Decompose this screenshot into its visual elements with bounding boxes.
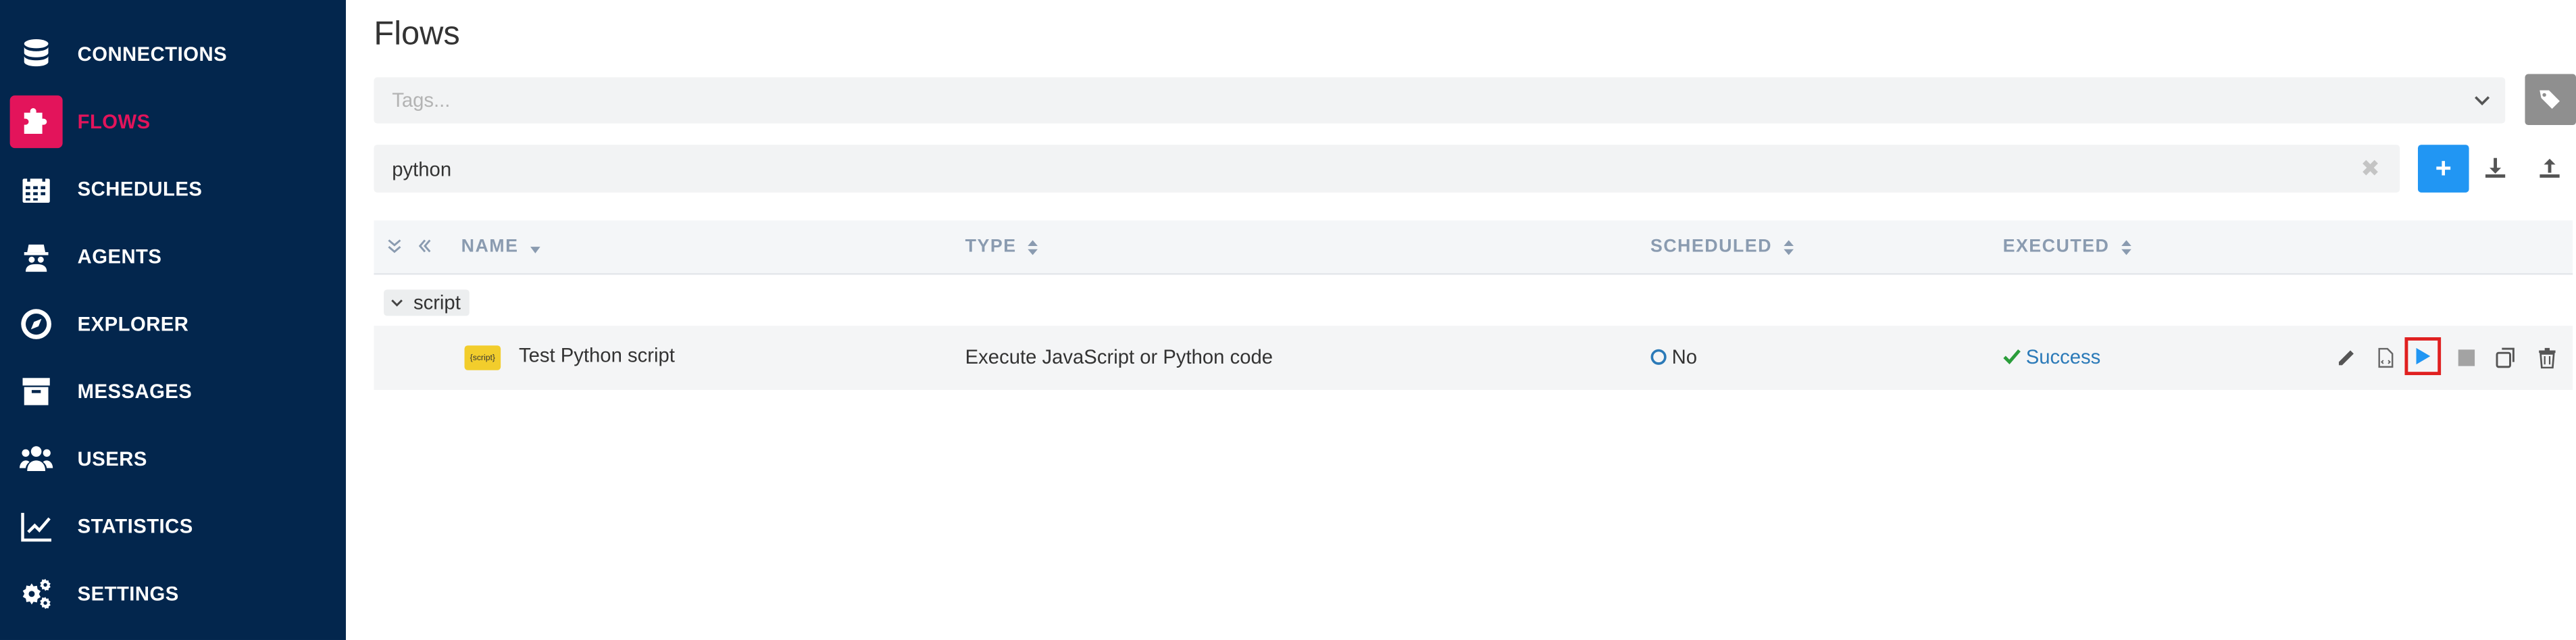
sidebar-item-users[interactable]: USERS bbox=[0, 424, 346, 492]
add-flow-button[interactable]: + bbox=[2417, 145, 2469, 193]
chevron-down-icon bbox=[2475, 96, 2490, 105]
sidebar-item-messages[interactable]: MESSAGES bbox=[0, 357, 346, 424]
sort-icon bbox=[1784, 239, 1794, 255]
sidebar-item-label: FLOWS bbox=[77, 109, 151, 132]
tags-select[interactable]: Tags... bbox=[374, 77, 2506, 124]
tags-placeholder: Tags... bbox=[392, 89, 451, 112]
sidebar-item-schedules[interactable]: SCHEDULES bbox=[0, 155, 346, 222]
sidebar-item-settings[interactable]: SETTINGS bbox=[0, 560, 346, 627]
upload-icon[interactable] bbox=[2538, 156, 2561, 179]
download-icon[interactable] bbox=[2484, 156, 2507, 179]
group-toggle[interactable]: script bbox=[384, 289, 470, 316]
flow-executed: Success bbox=[2003, 345, 2100, 368]
users-icon bbox=[10, 432, 63, 485]
expand-all-icon[interactable] bbox=[387, 239, 402, 253]
calendar-icon bbox=[10, 162, 63, 215]
chart-line-icon bbox=[10, 499, 63, 552]
agent-icon bbox=[10, 230, 63, 282]
sidebar-item-label: SETTINGS bbox=[77, 581, 179, 605]
sidebar-item-statistics[interactable]: STATISTICS bbox=[0, 492, 346, 560]
sidebar-item-flows[interactable]: FLOWS bbox=[0, 87, 346, 155]
column-header-scheduled[interactable]: SCHEDULED bbox=[1650, 237, 1795, 257]
gears-icon bbox=[10, 567, 63, 620]
sidebar-item-label: CONNECTIONS bbox=[77, 42, 228, 66]
sort-icon bbox=[1028, 239, 1038, 255]
column-header-executed[interactable]: EXECUTED bbox=[2003, 237, 2133, 257]
search-value: python bbox=[392, 157, 452, 181]
pencil-icon[interactable] bbox=[2335, 347, 2357, 369]
table-row[interactable]: {script} Test Python script Execute Java… bbox=[374, 326, 2573, 390]
sidebar-item-connections[interactable]: CONNECTIONS bbox=[0, 20, 346, 87]
flow-type: Execute JavaScript or Python code bbox=[965, 345, 1273, 369]
archive-icon bbox=[10, 364, 63, 417]
chevron-down-icon bbox=[391, 299, 403, 307]
column-header-type[interactable]: TYPE bbox=[965, 237, 1040, 257]
sidebar-item-label: EXPLORER bbox=[77, 312, 189, 335]
sidebar-item-explorer[interactable]: EXPLORER bbox=[0, 289, 346, 357]
sidebar: CONNECTIONS FLOWS SCHEDULES AGENTS EXPLO… bbox=[0, 0, 346, 640]
search-input[interactable]: python ✖ bbox=[374, 145, 2400, 193]
table-header: NAME TYPE SCHEDULED EXECUTED bbox=[374, 220, 2573, 275]
trash-icon[interactable] bbox=[2537, 347, 2558, 369]
sidebar-item-label: STATISTICS bbox=[77, 514, 193, 537]
group-name: script bbox=[413, 291, 461, 314]
sidebar-item-label: SCHEDULES bbox=[77, 176, 203, 200]
sort-icon bbox=[2121, 239, 2131, 255]
play-icon bbox=[2416, 347, 2431, 365]
database-icon bbox=[10, 27, 63, 80]
flow-name[interactable]: Test Python script bbox=[519, 344, 675, 367]
sidebar-item-agents[interactable]: AGENTS bbox=[0, 222, 346, 290]
sidebar-item-label: AGENTS bbox=[77, 244, 162, 268]
check-icon bbox=[2003, 349, 2021, 365]
main-content: Flows Tags... python ✖ + NAME TYPE SCHED… bbox=[346, 0, 2576, 640]
document-code-icon[interactable] bbox=[2375, 347, 2397, 369]
sidebar-item-label: MESSAGES bbox=[77, 379, 193, 403]
sidebar-item-label: USERS bbox=[77, 446, 147, 470]
puzzle-icon bbox=[9, 94, 63, 147]
sort-desc-icon bbox=[530, 245, 540, 253]
tags-icon bbox=[2540, 90, 2560, 109]
script-type-icon: {script} bbox=[464, 345, 501, 370]
clear-search-icon[interactable]: ✖ bbox=[2360, 155, 2380, 182]
tag-filter-button[interactable] bbox=[2525, 74, 2576, 126]
circle-outline-icon bbox=[1650, 349, 1667, 365]
flow-scheduled: No bbox=[1650, 345, 1697, 368]
copy-icon[interactable] bbox=[2496, 347, 2517, 369]
stop-icon[interactable] bbox=[2456, 347, 2477, 369]
compass-icon bbox=[10, 297, 63, 349]
column-header-name[interactable]: NAME bbox=[461, 237, 542, 257]
run-flow-button[interactable] bbox=[2404, 337, 2442, 376]
collapse-all-icon[interactable] bbox=[417, 239, 432, 253]
page-title: Flows bbox=[374, 16, 460, 53]
